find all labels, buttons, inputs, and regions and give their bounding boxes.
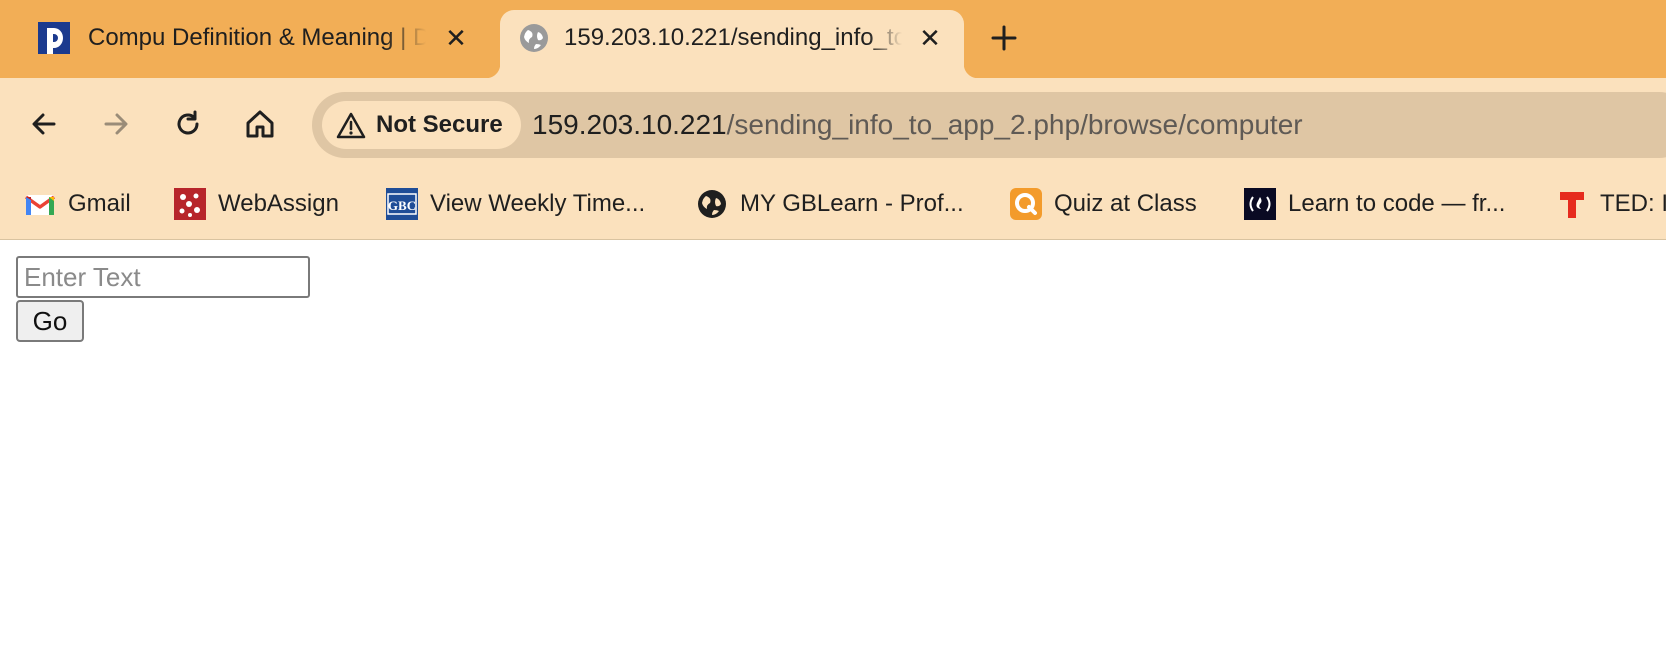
go-button[interactable]: Go bbox=[16, 300, 84, 342]
bookmark-ted[interactable]: TED: I bbox=[1556, 186, 1666, 222]
security-label: Not Secure bbox=[376, 111, 503, 138]
freecodecamp-icon bbox=[1244, 188, 1276, 220]
bookmark-gmail[interactable]: Gmail bbox=[24, 186, 131, 222]
url-text[interactable]: 159.203.10.221/sending_info_to_app_2.php… bbox=[532, 109, 1303, 141]
dictionary-icon bbox=[38, 22, 70, 54]
tab-title: Compu Definition & Meaning | Dictionary.… bbox=[88, 24, 426, 51]
page-content: Go bbox=[0, 240, 1666, 668]
gbc-icon: GBC bbox=[386, 188, 418, 220]
close-icon[interactable]: ✕ bbox=[916, 24, 944, 52]
home-icon bbox=[246, 110, 274, 138]
forward-button[interactable] bbox=[96, 104, 136, 144]
bookmarks-bar: Gmail WebAssign GBC View Weekly Time... … bbox=[0, 168, 1666, 240]
globe-icon bbox=[698, 190, 726, 218]
globe-icon bbox=[520, 24, 548, 52]
security-indicator[interactable]: Not Secure bbox=[322, 101, 521, 149]
tab-strip: Compu Definition & Meaning | Dictionary.… bbox=[0, 0, 1666, 78]
webassign-icon bbox=[174, 188, 206, 220]
reload-icon bbox=[177, 110, 199, 135]
arrow-right-icon bbox=[104, 113, 128, 135]
warning-triangle-icon bbox=[336, 112, 366, 139]
new-tab-plus-icon[interactable] bbox=[988, 22, 1020, 54]
browser-toolbar: Not Secure 159.203.10.221/sending_info_t… bbox=[0, 78, 1666, 168]
tab-dictionary[interactable]: Compu Definition & Meaning | Dictionary.… bbox=[18, 10, 478, 78]
tab-title: 159.203.10.221/sending_info_to_app_2.php… bbox=[564, 24, 902, 51]
bookmark-gbc-timetable[interactable]: GBC View Weekly Time... bbox=[386, 186, 645, 222]
reload-button[interactable] bbox=[168, 104, 208, 144]
tab-active-page[interactable]: 159.203.10.221/sending_info_to_app_2.php… bbox=[486, 10, 978, 78]
close-icon[interactable]: ✕ bbox=[442, 24, 470, 52]
home-button[interactable] bbox=[240, 104, 280, 144]
arrow-left-icon bbox=[32, 113, 56, 135]
bookmark-webassign[interactable]: WebAssign bbox=[174, 186, 339, 222]
bookmark-quiz[interactable]: Quiz at Class bbox=[1010, 186, 1197, 222]
bookmark-freecodecamp[interactable]: Learn to code — fr... bbox=[1244, 186, 1505, 222]
bookmark-gblearn[interactable]: MY GBLearn - Prof... bbox=[696, 186, 964, 222]
url-host: 159.203.10.221 bbox=[532, 109, 727, 140]
address-bar[interactable]: Not Secure 159.203.10.221/sending_info_t… bbox=[312, 92, 1666, 158]
search-input[interactable] bbox=[16, 256, 310, 298]
gmail-icon bbox=[24, 195, 56, 215]
svg-text:GBC: GBC bbox=[388, 198, 416, 213]
back-button[interactable] bbox=[24, 104, 64, 144]
ted-icon bbox=[1560, 192, 1584, 218]
url-path: /sending_info_to_app_2.php/browse/comput… bbox=[726, 109, 1303, 140]
quiz-icon bbox=[1010, 188, 1042, 220]
